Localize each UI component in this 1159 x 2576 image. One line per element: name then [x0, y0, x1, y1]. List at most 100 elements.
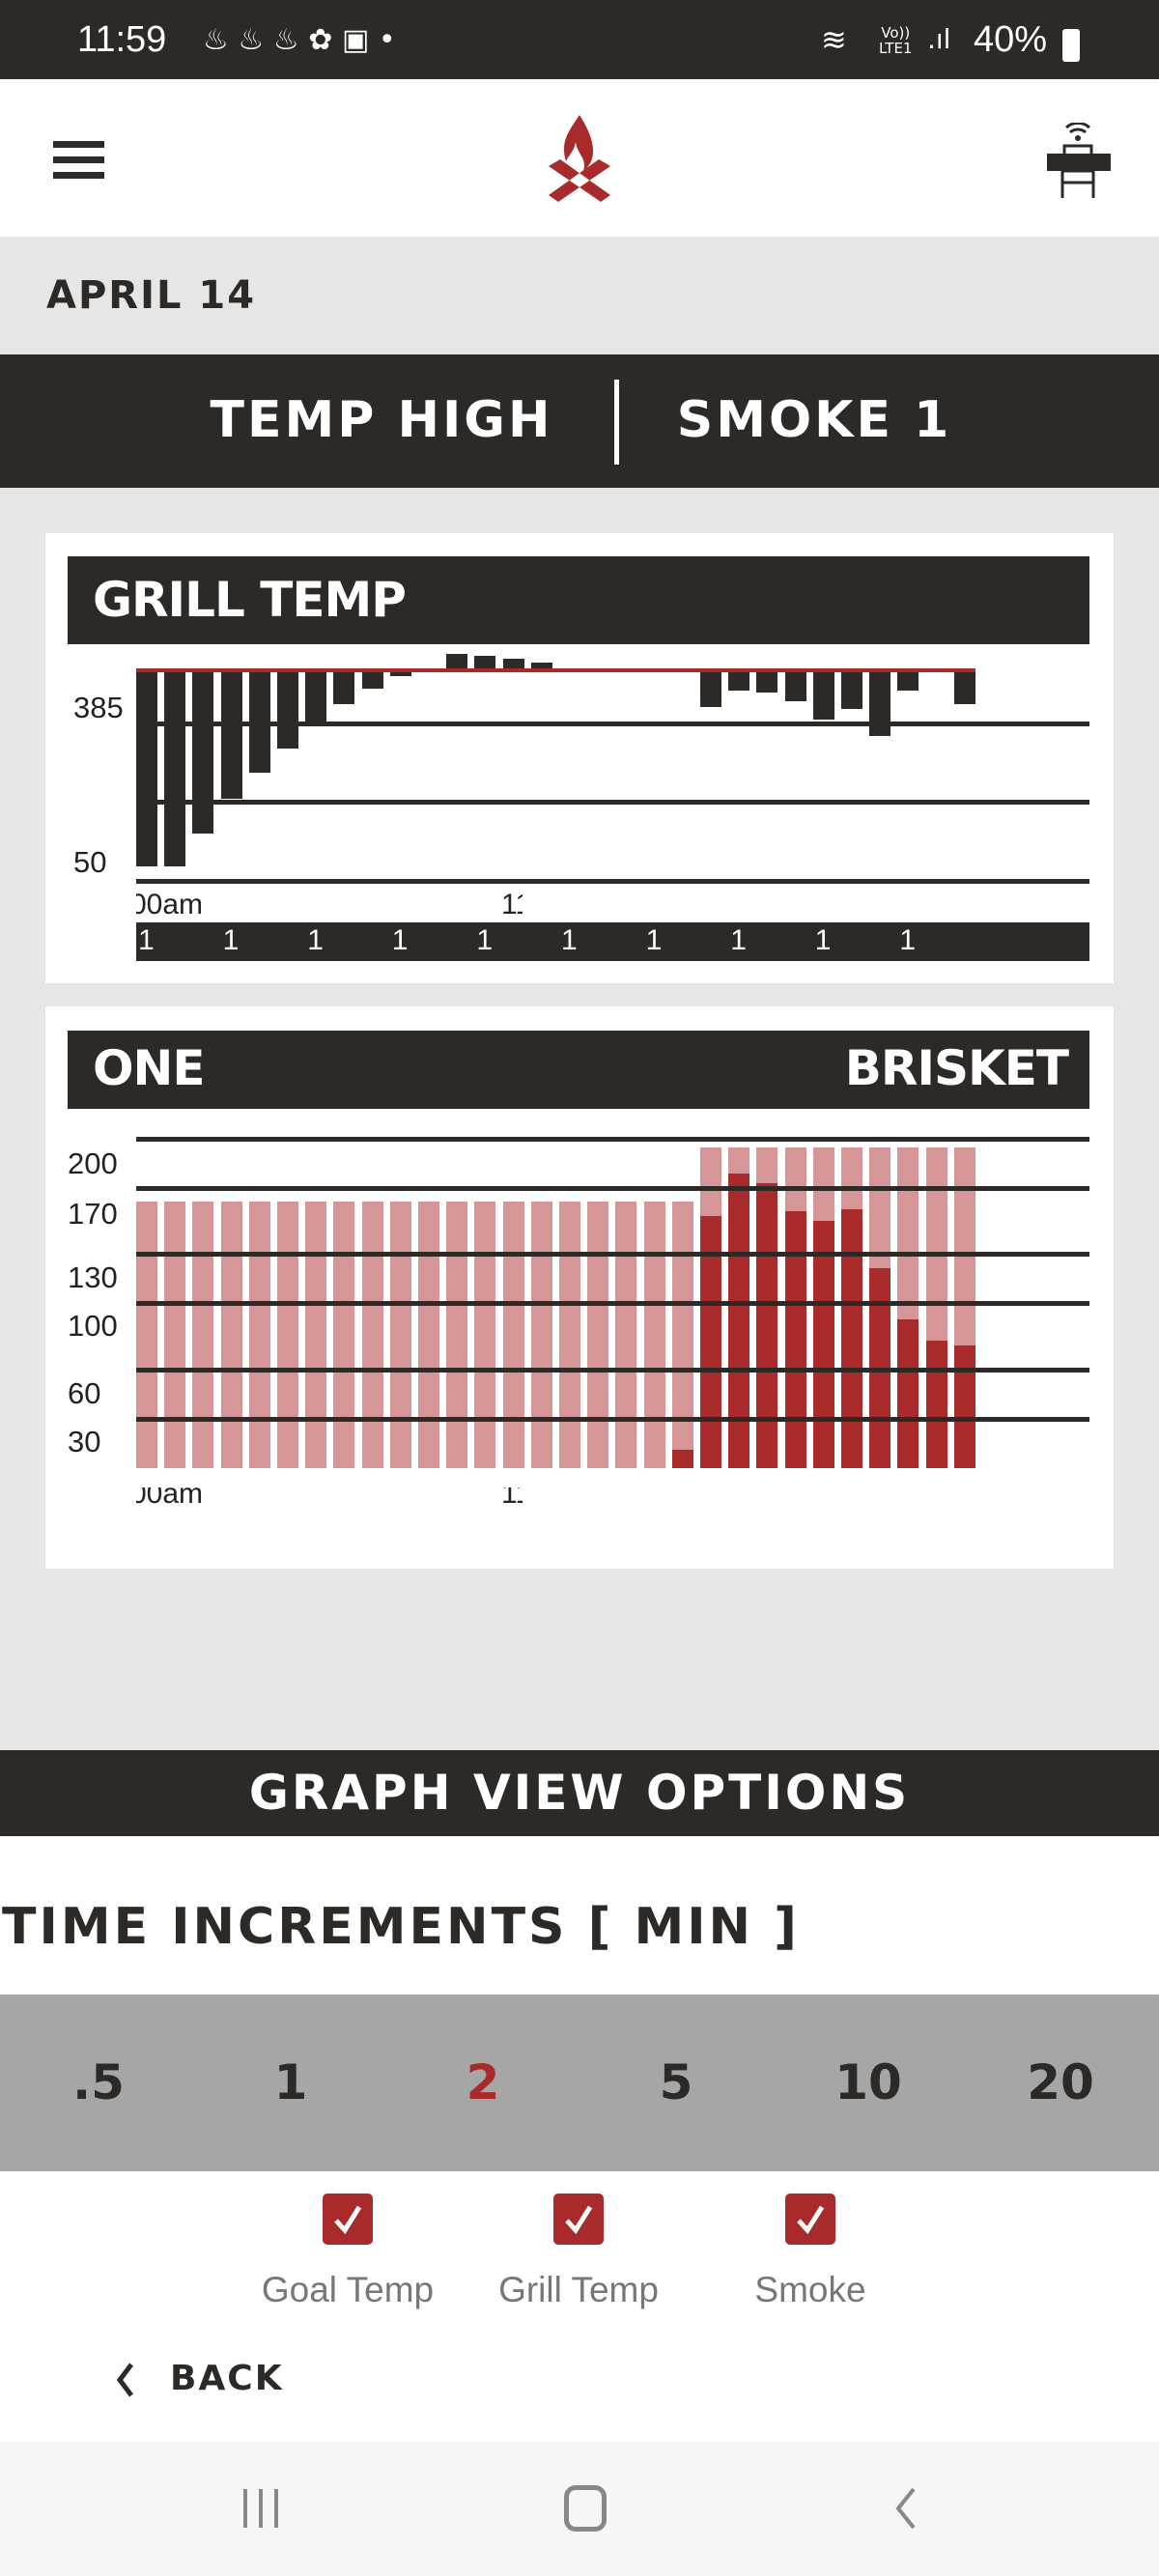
goal-temp-bar [361, 1201, 383, 1468]
probe-temp-bar [925, 1340, 947, 1468]
wifi-icon: ≋ [821, 21, 847, 58]
smoke-level-row [136, 922, 1089, 961]
goal-temp-bar [643, 1201, 665, 1468]
graph-view-options-header: GRAPH VIEW OPTIONS [0, 1750, 1159, 1836]
notification-icons: ♨ ♨ ♨ ✿ ▣ • [203, 23, 396, 57]
checkmark-icon [334, 2205, 362, 2235]
smoke-mode: SMOKE 1 [676, 391, 952, 449]
date-bar: APRIL 14 [0, 237, 1159, 354]
probe-temp-bar [812, 1220, 834, 1468]
gridline [136, 800, 1089, 805]
probe-title-bar: ONE BRISKET [68, 1031, 1089, 1109]
checkbox-grill-temp[interactable] [553, 2194, 604, 2245]
grill-temp-bar [277, 669, 298, 749]
goal-temp-bar [587, 1201, 609, 1468]
y-tick-label: 200 [68, 1146, 118, 1180]
checkbox-label: Grill Temp [498, 2270, 659, 2309]
increment-option[interactable]: 10 [791, 1995, 946, 2171]
probe-temp-bar [671, 1450, 693, 1468]
smoke-level-label: 1 [561, 924, 578, 956]
probe-temp-bar [897, 1318, 919, 1468]
increment-option[interactable]: 2 [406, 1995, 560, 2171]
gridline [136, 1186, 1089, 1191]
probe-food-name: BRISKET [844, 1040, 1069, 1096]
grill-temp-bar [728, 669, 750, 692]
x-tick-label: 11:30am [501, 1487, 523, 1510]
x-tick-label: 11:30am [501, 889, 523, 920]
y-tick-label: 50 [73, 845, 107, 879]
x-tick-label: 00am [136, 1487, 204, 1510]
increment-option[interactable]: 20 [983, 1995, 1138, 2171]
grill-temp-bar [953, 669, 975, 705]
smoke-level-label: 1 [730, 924, 747, 956]
signal-icon: .ıl [927, 23, 951, 55]
goal-temp-bar [474, 1201, 496, 1468]
battery-icon [1062, 29, 1080, 62]
grill-temp-bar [841, 669, 862, 710]
gridline [136, 1137, 1089, 1142]
goal-temp-bar [615, 1201, 637, 1468]
increment-option[interactable]: 1 [213, 1995, 368, 2171]
gridline [136, 1368, 1089, 1373]
goal-temp-bar [305, 1201, 327, 1468]
android-nav-bar [0, 2442, 1159, 2576]
checkbox-smoke[interactable] [785, 2194, 835, 2245]
chevron-left-icon [116, 2363, 133, 2397]
grill-temp-bar [700, 669, 721, 707]
mode-bar: TEMP HIGH SMOKE 1 [0, 354, 1159, 488]
smoke-level-label: 1 [476, 924, 494, 956]
probe-temp-bar [756, 1182, 778, 1468]
y-tick-label: 60 [68, 1376, 101, 1410]
grill-temp-bar [812, 669, 834, 721]
checkmark-icon [565, 2205, 593, 2235]
grill-temp-title: GRILL TEMP [93, 572, 407, 628]
hamburger-icon[interactable] [39, 127, 116, 195]
grill-temp-bar [784, 669, 806, 702]
mode-divider [614, 380, 619, 465]
goal-temp-bar [136, 1201, 157, 1468]
y-tick-label: 170 [68, 1197, 118, 1231]
smoke-level-label: 1 [307, 924, 324, 956]
recent-apps-icon[interactable] [240, 2485, 282, 2532]
y-tick-label: 385 [73, 691, 124, 724]
temp-mode: TEMP HIGH [210, 391, 553, 449]
grill-temp-title-bar: GRILL TEMP [68, 556, 1089, 644]
probe-temp-bar [728, 1173, 750, 1468]
goal-temp-bar [389, 1201, 411, 1468]
grill-temp-bar [305, 669, 327, 724]
grill-temp-bar [164, 669, 186, 866]
probe-title: ONE [93, 1040, 206, 1096]
smoke-level-label: 1 [391, 924, 409, 956]
goal-temp-bar [220, 1201, 242, 1468]
goal-temp-bar [164, 1201, 186, 1468]
back-nav-icon[interactable] [890, 2485, 919, 2532]
grill-temp-bar [333, 669, 355, 705]
time-increment-selector: .5 1 2 5 10 20 [0, 1995, 1159, 2171]
increment-option[interactable]: .5 [21, 1995, 176, 2171]
grill-wifi-icon[interactable] [1043, 123, 1113, 200]
y-tick-label: 130 [68, 1260, 118, 1294]
checkbox-label: Goal Temp [261, 2270, 435, 2309]
grill-temp-bar [869, 669, 891, 736]
grill-temp-bar [897, 669, 919, 691]
volte-icon: Vo)) LTE1 [879, 25, 912, 56]
probe-temp-bar [784, 1210, 806, 1468]
increment-option[interactable]: 5 [599, 1995, 753, 2171]
gridline [136, 1252, 1089, 1257]
grill-temp-bar [756, 669, 778, 693]
y-tick-label: 30 [68, 1425, 101, 1458]
home-icon[interactable] [564, 2485, 607, 2532]
status-bar: 11:59 ♨ ♨ ♨ ✿ ▣ • ≋ Vo)) LTE1 .ıl 40% [0, 0, 1159, 79]
time-increments-label: TIME INCREMENTS [ MIN ] [2, 1898, 800, 1956]
grill-temp-bar [192, 669, 214, 835]
goal-temp-bar [248, 1201, 270, 1468]
campfire-logo[interactable] [541, 113, 618, 205]
back-button[interactable]: BACK [108, 2355, 292, 2407]
checkbox-goal-temp[interactable] [323, 2194, 373, 2245]
status-time: 11:59 [77, 19, 167, 60]
smoke-level-label: 1 [222, 924, 240, 956]
smoke-level-label: 1 [645, 924, 663, 956]
goal-temp-bar [333, 1201, 355, 1468]
grill-temp-bar [220, 669, 242, 799]
network-text: LTE1 [879, 40, 913, 57]
